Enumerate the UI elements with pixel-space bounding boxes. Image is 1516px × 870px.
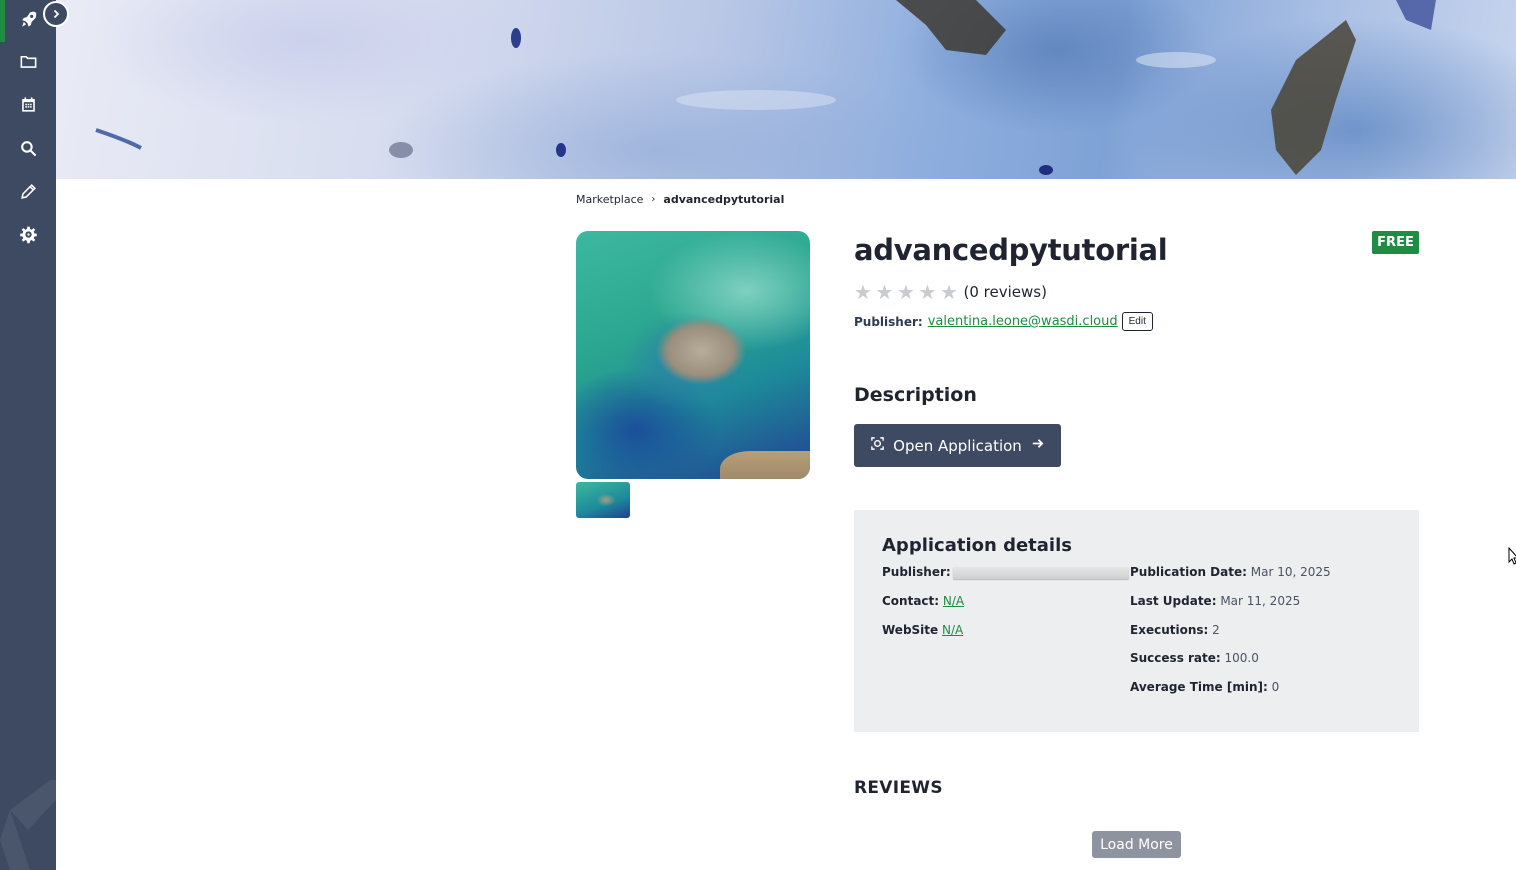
detail-contact: Contact: N/A — [882, 594, 965, 608]
sidebar-toggle-button[interactable] — [43, 1, 69, 27]
detail-average-time: Average Time [min]: 0 — [1130, 680, 1280, 694]
edit-button[interactable]: Edit — [1121, 312, 1153, 331]
arrow-right-icon — [1030, 436, 1045, 455]
sidebar-item-settings[interactable] — [0, 215, 56, 257]
reviews-count: (0 reviews) — [963, 283, 1047, 301]
reviews-heading: REVIEWS — [854, 778, 943, 798]
star-icon[interactable]: ★ — [897, 282, 919, 302]
contact-link[interactable]: N/A — [943, 594, 964, 608]
mouse-cursor-icon — [1508, 547, 1516, 565]
sidebar-item-search[interactable] — [0, 129, 56, 171]
breadcrumb-separator: › — [651, 194, 656, 205]
price-badge: FREE — [1372, 231, 1419, 254]
chevron-right-icon — [50, 5, 62, 24]
sidebar-logo-decoration — [0, 780, 56, 870]
publisher-email-link[interactable]: valentina.leone@wasdi.cloud — [928, 314, 1118, 329]
rocket-icon — [19, 10, 38, 33]
star-icon[interactable]: ★ — [919, 282, 941, 302]
app-main-image — [576, 231, 810, 479]
breadcrumb-marketplace-link[interactable]: Marketplace — [576, 193, 643, 206]
publisher-line: Publisher: valentina.leone@wasdi.cloud E… — [854, 312, 1153, 331]
app-image-thumbnail[interactable] — [576, 482, 630, 518]
star-icon[interactable]: ★ — [854, 282, 876, 302]
scan-icon — [870, 436, 885, 455]
search-icon — [19, 139, 38, 162]
header-banner-image — [56, 0, 1516, 179]
open-application-label: Open Application — [893, 436, 1022, 455]
detail-publication-date: Publication Date: Mar 10, 2025 — [1130, 565, 1331, 579]
rating: ★ ★ ★ ★ ★ (0 reviews) — [854, 282, 1047, 302]
sidebar-item-edit[interactable] — [0, 172, 56, 214]
breadcrumb-current: advancedpytutorial — [663, 193, 785, 206]
application-details-heading: Application details — [882, 535, 1072, 556]
publisher-value-redacted — [952, 566, 1129, 579]
sidebar-item-workspaces[interactable] — [0, 42, 56, 84]
breadcrumb: Marketplace › advancedpytutorial — [576, 193, 784, 206]
description-heading: Description — [854, 384, 977, 406]
website-link[interactable]: N/A — [942, 623, 963, 637]
detail-publisher: Publisher: — [882, 565, 1129, 579]
app-title: advancedpytutorial — [854, 233, 1168, 267]
star-icon[interactable]: ★ — [876, 282, 898, 302]
detail-website: WebSite N/A — [882, 623, 964, 637]
load-more-button[interactable]: Load More — [1092, 831, 1181, 858]
calendar-icon — [19, 95, 38, 118]
detail-executions: Executions: 2 — [1130, 623, 1220, 637]
publisher-label: Publisher: — [854, 314, 923, 329]
gear-icon — [19, 225, 38, 248]
pencil-icon — [19, 182, 38, 205]
folder-icon — [19, 52, 38, 75]
star-icon[interactable]: ★ — [940, 282, 962, 302]
application-details-panel: Application details Publisher: Contact: … — [854, 510, 1419, 732]
sidebar — [0, 0, 56, 870]
open-application-button[interactable]: Open Application — [854, 424, 1061, 467]
sidebar-item-calendar[interactable] — [0, 85, 56, 127]
detail-success-rate: Success rate: 100.0 — [1130, 651, 1259, 665]
detail-last-update: Last Update: Mar 11, 2025 — [1130, 594, 1301, 608]
